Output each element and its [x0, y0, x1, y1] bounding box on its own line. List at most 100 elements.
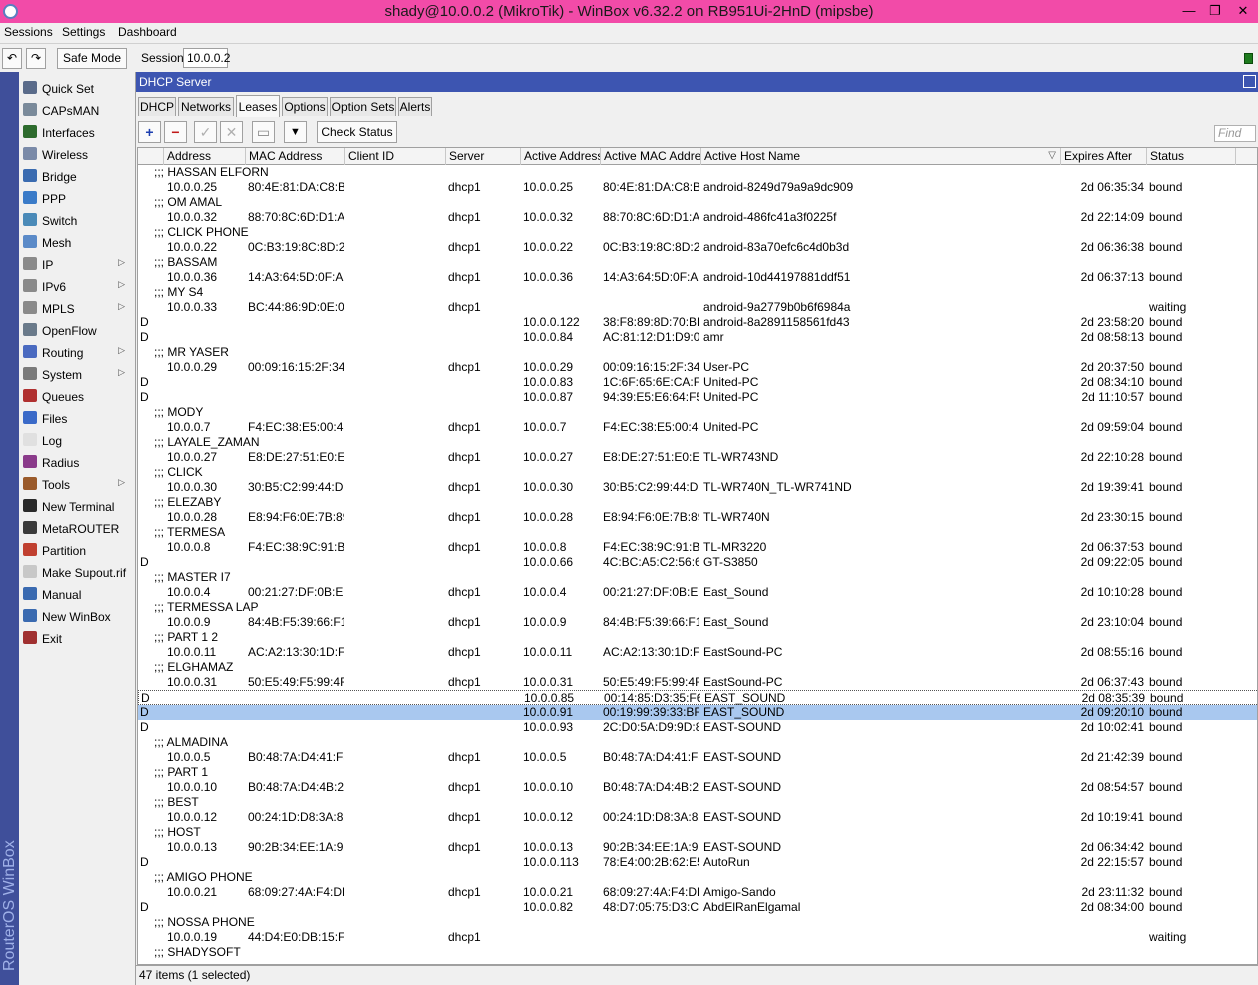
lease-comment-row[interactable]: ;;; CLICK PHONE	[138, 225, 1257, 240]
table-row[interactable]: 10.0.0.33 BC:44:86:9D:0E:03 dhcp1 android-9…	[138, 300, 1257, 315]
lease-comment-row[interactable]: ;;; BEST	[138, 795, 1257, 810]
sidebar-item-routing[interactable]: Routing ▷	[19, 340, 133, 362]
table-row[interactable]: D 10.0.0.87 94:39:E5:E6:64:F5 United-PC 2d 1…	[138, 390, 1257, 405]
lease-comment-row[interactable]: ;;; MASTER I7	[138, 570, 1257, 585]
lease-comment-row[interactable]: ;;; AMIGO PHONE	[138, 870, 1257, 885]
table-row[interactable]: 10.0.0.10 B0:48:7A:D4:4B:29 dhcp1 10.0.0.10…	[138, 780, 1257, 795]
remove-button[interactable]: −	[164, 121, 187, 143]
table-row[interactable]: 10.0.0.5 B0:48:7A:D4:41:F3 dhcp1 10.0.0.5 B0…	[138, 750, 1257, 765]
column-status[interactable]: Status	[1147, 148, 1236, 165]
minimize-button[interactable]: —	[1175, 0, 1203, 23]
sidebar-item-bridge[interactable]: Bridge	[19, 164, 133, 186]
sidebar-item-mpls[interactable]: MPLS ▷	[19, 296, 133, 318]
table-row[interactable]: 10.0.0.30 30:B5:C2:99:44:D9 dhcp1 10.0.0.30…	[138, 480, 1257, 495]
sidebar-item-queues[interactable]: Queues	[19, 384, 133, 406]
column-client-id[interactable]: Client ID	[345, 148, 446, 165]
sidebar-item-ip[interactable]: IP ▷	[19, 252, 133, 274]
table-row[interactable]: D 10.0.0.91 00:19:99:39:33:BF EAST_SOUND 2d …	[138, 705, 1257, 720]
lease-comment-row[interactable]: ;;; PART 1	[138, 765, 1257, 780]
lease-comment-row[interactable]: ;;; PART 1 2	[138, 630, 1257, 645]
redo-button[interactable]: ↷	[26, 48, 46, 69]
column-expires-after[interactable]: Expires After	[1061, 148, 1147, 165]
menu-dashboard[interactable]: Dashboard	[118, 25, 177, 39]
table-row[interactable]: D 10.0.0.93 2C:D0:5A:D9:9D:83 EAST-SOUND 2d …	[138, 720, 1257, 735]
table-row[interactable]: D 10.0.0.85 00:14:85:D3:35:F6 EAST_SOUND 2d …	[138, 690, 1257, 705]
sidebar-item-make-supout-rif[interactable]: Make Supout.rif	[19, 560, 133, 582]
column-active-address[interactable]: Active Address	[521, 148, 601, 165]
lease-comment-row[interactable]: ;;; MODY	[138, 405, 1257, 420]
lease-comment-row[interactable]: ;;; SHADYSOFT	[138, 945, 1257, 960]
menu-sessions[interactable]: Sessions	[4, 25, 53, 39]
table-row[interactable]: 10.0.0.4 00:21:27:DF:0B:EC dhcp1 10.0.0.4 00…	[138, 585, 1257, 600]
lease-comment-row[interactable]: ;;; ELEZABY	[138, 495, 1257, 510]
tab-dhcp[interactable]: DHCP	[138, 97, 176, 116]
sidebar-item-openflow[interactable]: OpenFlow	[19, 318, 133, 340]
sidebar-item-metarouter[interactable]: MetaROUTER	[19, 516, 133, 538]
sidebar-item-system[interactable]: System ▷	[19, 362, 133, 384]
table-row[interactable]: D 10.0.0.122 38:F8:89:8D:70:BF android-8a28…	[138, 315, 1257, 330]
sidebar-item-new-winbox[interactable]: New WinBox	[19, 604, 133, 626]
sidebar-item-files[interactable]: Files	[19, 406, 133, 428]
lease-comment-row[interactable]: ;;; TERMESA	[138, 525, 1257, 540]
sidebar-item-radius[interactable]: Radius	[19, 450, 133, 472]
column-active-host-name[interactable]: Active Host Name ▽	[701, 148, 1061, 165]
lease-comment-row[interactable]: ;;; ELGHAMAZ	[138, 660, 1257, 675]
table-row[interactable]: 10.0.0.28 E8:94:F6:0E:7B:89 dhcp1 10.0.0.28…	[138, 510, 1257, 525]
lease-comment-row[interactable]: ;;; OM AMAL	[138, 195, 1257, 210]
sidebar-item-tools[interactable]: Tools ▷	[19, 472, 133, 494]
menu-settings[interactable]: Settings	[62, 25, 105, 39]
table-row[interactable]: 10.0.0.25 80:4E:81:DA:C8:B1 dhcp1 10.0.0.25…	[138, 180, 1257, 195]
comment-button[interactable]: ▭	[252, 121, 275, 143]
filter-button[interactable]: ▼	[284, 121, 307, 143]
column-mac-address[interactable]: MAC Address	[246, 148, 345, 165]
table-row[interactable]: D 10.0.0.82 48:D7:05:75:D3:C5 AbdElRanElgam…	[138, 900, 1257, 915]
sidebar-item-ipv6[interactable]: IPv6 ▷	[19, 274, 133, 296]
lease-comment-row[interactable]: ;;; TERMESSA LAP	[138, 600, 1257, 615]
sidebar-item-interfaces[interactable]: Interfaces	[19, 120, 133, 142]
tab-networks[interactable]: Networks	[178, 97, 234, 116]
lease-comment-row[interactable]: ;;; CLICK	[138, 465, 1257, 480]
add-button[interactable]: +	[138, 121, 161, 143]
check-status-button[interactable]: Check Status	[317, 121, 397, 143]
sidebar-item-quick-set[interactable]: Quick Set	[19, 76, 133, 98]
table-row[interactable]: 10.0.0.12 00:24:1D:D8:3A:82 dhcp1 10.0.0.12…	[138, 810, 1257, 825]
sidebar-item-wireless[interactable]: Wireless	[19, 142, 133, 164]
safe-mode-button[interactable]: Safe Mode	[57, 48, 127, 69]
column-active-mac[interactable]: Active MAC Addre...	[601, 148, 701, 165]
column-address[interactable]: Address	[164, 148, 246, 165]
close-button[interactable]: ✕	[1229, 0, 1257, 23]
lease-comment-row[interactable]: ;;; HOST	[138, 825, 1257, 840]
lease-comment-row[interactable]: ;;; LAYALE_ZAMAN	[138, 435, 1257, 450]
table-row[interactable]: D 10.0.0.84 AC:81:12:D1:D9:0F amr 2d 08:58:1…	[138, 330, 1257, 345]
sidebar-item-new-terminal[interactable]: New Terminal	[19, 494, 133, 516]
sidebar-item-partition[interactable]: Partition	[19, 538, 133, 560]
table-row[interactable]: D 10.0.0.66 4C:BC:A5:C2:56:67 GT-S3850 2d 09…	[138, 555, 1257, 570]
sidebar-item-exit[interactable]: Exit	[19, 626, 133, 648]
table-row[interactable]: 10.0.0.7 F4:EC:38:E5:00:45 dhcp1 10.0.0.7 F4…	[138, 420, 1257, 435]
session-field[interactable]: 10.0.0.2	[183, 48, 230, 68]
table-row[interactable]: 10.0.0.27 E8:DE:27:51:E0:ED dhcp1 10.0.0.27…	[138, 450, 1257, 465]
table-row[interactable]: 10.0.0.13 90:2B:34:EE:1A:92 dhcp1 10.0.0.13…	[138, 840, 1257, 855]
lease-comment-row[interactable]: ;;; NOSSA PHONE	[138, 915, 1257, 930]
maximize-button[interactable]: ❐	[1201, 0, 1229, 23]
lease-comment-row[interactable]: ;;; ALMADINA	[138, 735, 1257, 750]
table-row[interactable]: 10.0.0.21 68:09:27:4A:F4:DE dhcp1 10.0.0.21…	[138, 885, 1257, 900]
table-row[interactable]: 10.0.0.31 50:E5:49:F5:99:4F dhcp1 10.0.0.31…	[138, 675, 1257, 690]
table-row[interactable]: 10.0.0.22 0C:B3:19:8C:8D:28 dhcp1 10.0.0.22…	[138, 240, 1257, 255]
lease-comment-row[interactable]: ;;; MY S4	[138, 285, 1257, 300]
undo-button[interactable]: ↶	[2, 48, 22, 69]
disable-button[interactable]: ✕	[220, 121, 243, 143]
sidebar-item-manual[interactable]: Manual	[19, 582, 133, 604]
sidebar-item-capsman[interactable]: CAPsMAN	[19, 98, 133, 120]
table-row[interactable]: D 10.0.0.113 78:E4:00:2B:62:E5 AutoRun 2d 22…	[138, 855, 1257, 870]
sidebar-item-mesh[interactable]: Mesh	[19, 230, 133, 252]
sidebar-item-switch[interactable]: Switch	[19, 208, 133, 230]
tab-leases[interactable]: Leases	[236, 95, 280, 117]
lease-comment-row[interactable]: ;;; MR YASER	[138, 345, 1257, 360]
column-server[interactable]: Server	[446, 148, 521, 165]
flag-column-header[interactable]	[138, 148, 164, 165]
table-row[interactable]: 10.0.0.11 AC:A2:13:30:1D:F5 dhcp1 10.0.0.11…	[138, 645, 1257, 660]
lease-comment-row[interactable]: ;;; BASSAM	[138, 255, 1257, 270]
lease-comment-row[interactable]: ;;; HASSAN ELFORN	[138, 165, 1257, 180]
table-row[interactable]: 10.0.0.19 44:D4:E0:DB:15:F5 dhcp1 waiting	[138, 930, 1257, 945]
